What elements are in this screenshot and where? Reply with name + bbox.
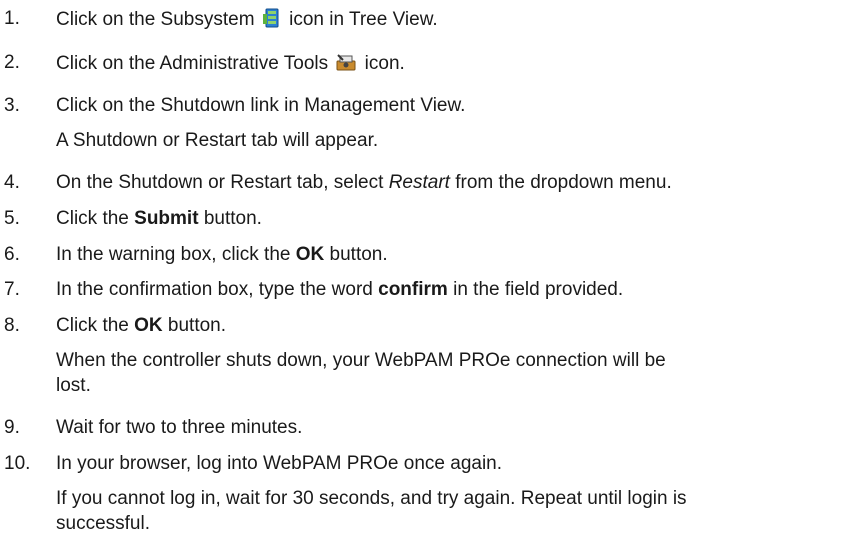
step-5-text: Click the Submit button. <box>56 208 262 230</box>
instruction-document: 1. Click on the Subsystem icon in Tree V… <box>0 0 857 541</box>
step-10-note-line-2: successful. <box>56 513 150 534</box>
step-3-text: Click on the Shutdown link in Management… <box>56 95 466 116</box>
step-number: 1. <box>4 8 20 29</box>
step-8-text: Click the OK button. <box>56 315 226 337</box>
step-number: 7. <box>4 279 20 300</box>
step-text: Click the <box>56 208 129 229</box>
step-number: 9. <box>4 417 20 438</box>
step-text: button. <box>203 208 262 229</box>
step-7-text: In the confirmation box, type the word c… <box>56 279 623 301</box>
step-8-note-line-1: When the controller shuts down, your Web… <box>56 350 666 371</box>
step-4-text: On the Shutdown or Restart tab, select R… <box>56 172 672 194</box>
step-number: 8. <box>4 315 20 336</box>
subsystem-icon <box>262 8 282 34</box>
step-text: icon in Tree View. <box>289 9 438 30</box>
step-text: from the dropdown menu. <box>455 172 672 193</box>
step-number: 5. <box>4 208 20 229</box>
step-text: On the Shutdown or Restart tab, select <box>56 172 384 193</box>
step-10-text: In your browser, log into WebPAM PROe on… <box>56 453 503 474</box>
step-3-note: A Shutdown or Restart tab will appear. <box>56 130 379 151</box>
step-text: in the field provided. <box>453 279 624 300</box>
step-text: In the confirmation box, type the word <box>56 279 373 300</box>
button-name: Submit <box>134 208 199 229</box>
button-name: OK <box>134 315 163 336</box>
step-number: 4. <box>4 172 20 193</box>
button-name: OK <box>295 244 325 265</box>
step-text: In the warning box, click the <box>56 244 291 265</box>
step-text: Click the <box>56 315 129 336</box>
step-text: button. <box>167 315 227 336</box>
step-number: 2. <box>4 52 20 73</box>
step-text: button. <box>329 244 388 265</box>
option-name: Restart <box>388 172 450 193</box>
step-text: Click on the Subsystem <box>56 9 255 30</box>
step-text: Click on the Administrative Tools <box>56 53 329 74</box>
keyword: confirm <box>378 279 448 300</box>
step-1-text: Click on the Subsystem icon in Tree View… <box>56 8 438 34</box>
step-8-note-line-2: lost. <box>56 375 91 396</box>
step-6-text: In the warning box, click the OK button. <box>56 244 388 266</box>
step-number: 3. <box>4 95 20 116</box>
step-number: 6. <box>4 244 20 265</box>
step-9-text: Wait for two to three minutes. <box>56 417 303 438</box>
step-text: icon. <box>364 53 405 74</box>
step-2-text: Click on the Administrative Tools icon. <box>56 52 405 78</box>
step-number: 10. <box>4 453 31 474</box>
step-10-note-line-1: If you cannot log in, wait for 30 second… <box>56 488 687 509</box>
administrative-tools-icon <box>335 52 357 78</box>
